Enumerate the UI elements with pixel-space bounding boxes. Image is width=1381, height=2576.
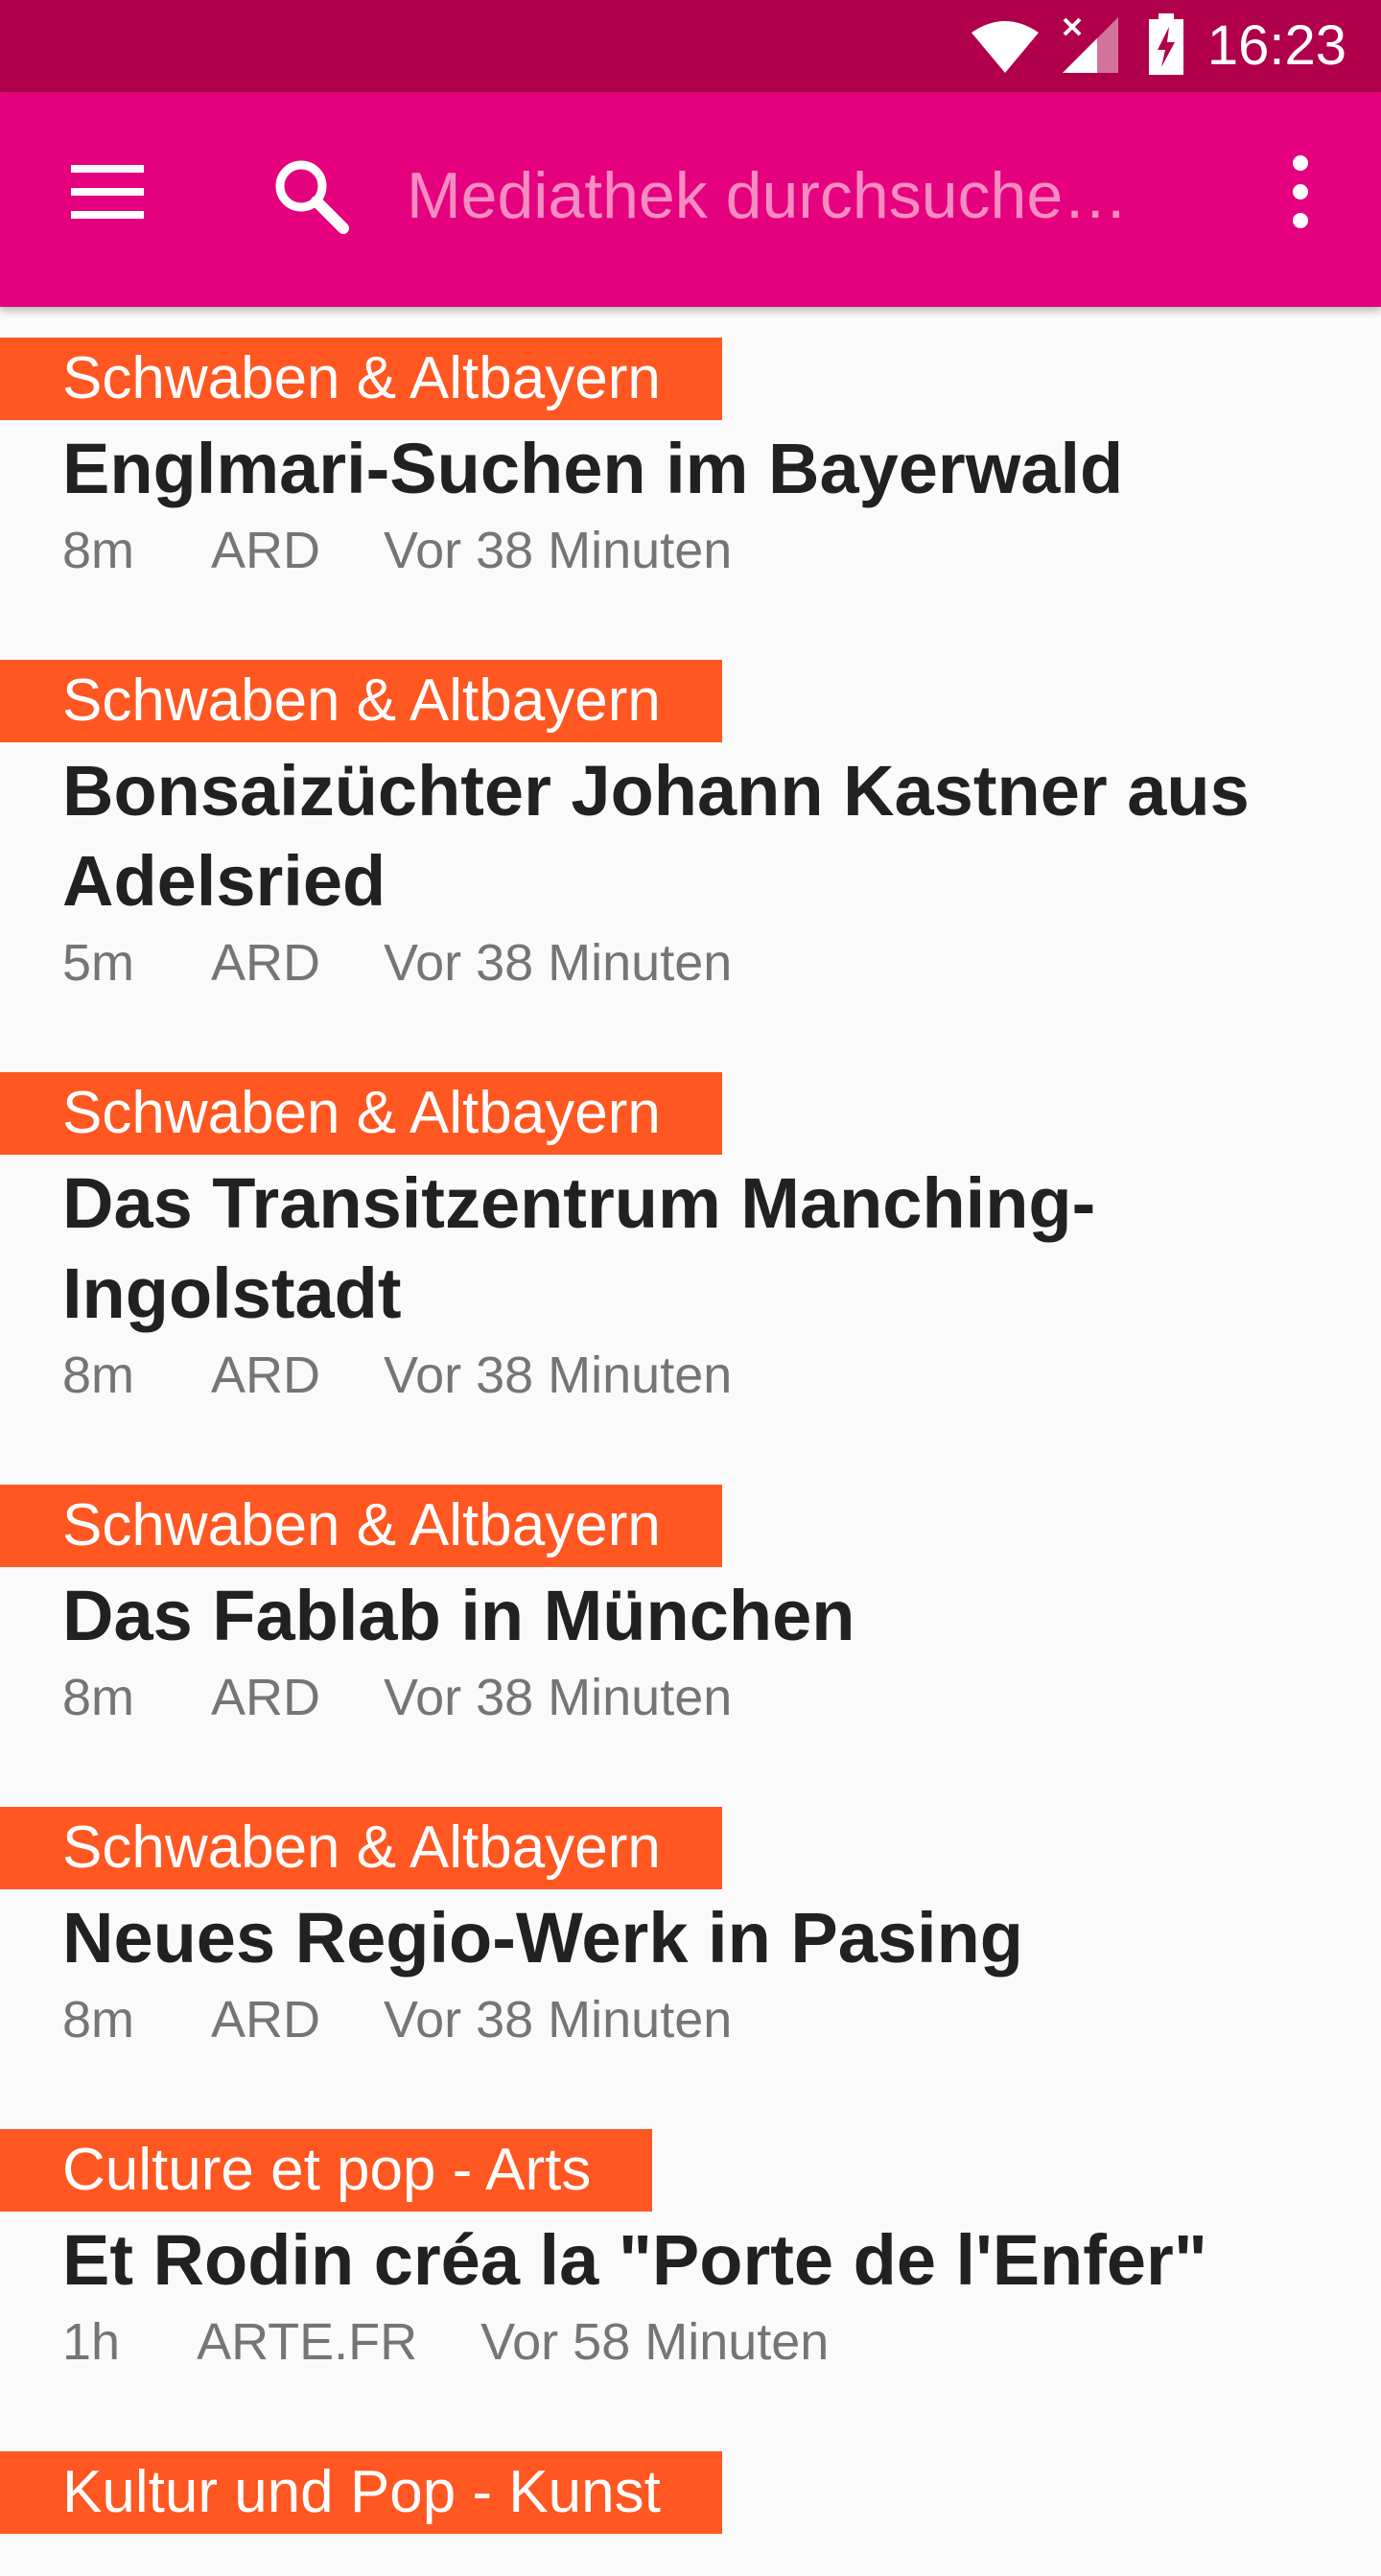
menu-button[interactable]	[56, 140, 159, 244]
feed-item[interactable]: Culture et pop - Arts Et Rodin créa la "…	[0, 2098, 1381, 2421]
item-channel: ARD	[211, 1347, 321, 1404]
item-title: Das Transitzentrum Manching-Ingolstadt	[62, 1163, 1096, 1333]
search-icon[interactable]	[269, 153, 353, 238]
category-tag: Schwaben & Altbayern	[0, 1072, 722, 1155]
search-input[interactable]	[407, 142, 1174, 249]
item-age: Vor 38 Minuten	[384, 1347, 733, 1404]
category-tag: Schwaben & Altbayern	[0, 1807, 722, 1889]
item-meta: 8m ARD Vor 38 Minuten	[62, 514, 1381, 587]
item-age: Vor 38 Minuten	[384, 1669, 733, 1726]
item-meta: 5m ARD Vor 38 Minuten	[62, 926, 1381, 999]
feed-item[interactable]: Schwaben & Altbayern Bonsaizüchter Johan…	[0, 629, 1381, 1042]
item-channel: ARD	[211, 522, 321, 579]
signal-icon	[1059, 15, 1120, 75]
item-duration: 8m	[62, 1347, 135, 1404]
category-tag: Schwaben & Altbayern	[0, 1485, 722, 1567]
feed-item[interactable]: Kultur und Pop - Kunst	[0, 2421, 1381, 2576]
item-channel: ARD	[211, 1991, 321, 2049]
feed-item[interactable]: Schwaben & Altbayern Das Transitzentrum …	[0, 1042, 1381, 1454]
wifi-icon	[971, 19, 1040, 75]
item-meta: 1h ARTE.FR Vor 58 Minuten	[62, 2306, 1381, 2378]
category-tag: Kultur und Pop - Kunst	[0, 2451, 722, 2534]
item-channel: ARTE.FR	[197, 2313, 418, 2371]
battery-charging-icon	[1147, 13, 1185, 75]
feed-item[interactable]: Schwaben & Altbayern Das Fablab in Münch…	[0, 1454, 1381, 1776]
more-vert-icon	[1293, 155, 1308, 228]
item-duration: 1h	[62, 2313, 121, 2371]
media-feed: Schwaben & Altbayern Englmari-Suchen im …	[0, 307, 1381, 2576]
hamburger-menu-icon	[71, 165, 144, 219]
category-tag: Culture et pop - Arts	[0, 2129, 653, 2212]
item-title: Bonsaizüchter Johann Kastner aus Adelsri…	[62, 751, 1250, 921]
item-title: Neues Regio-Werk in Pasing	[62, 1898, 1023, 1978]
item-duration: 8m	[62, 1669, 135, 1726]
feed-item[interactable]: Schwaben & Altbayern Englmari-Suchen im …	[0, 307, 1381, 629]
item-age: Vor 58 Minuten	[480, 2313, 830, 2371]
item-title: Et Rodin créa la "Porte de l'Enfer"	[62, 2220, 1207, 2300]
item-duration: 5m	[62, 934, 135, 992]
status-bar: 16:23	[0, 0, 1381, 92]
item-title: Das Fablab in München	[62, 1576, 855, 1655]
item-duration: 8m	[62, 522, 135, 579]
status-time: 16:23	[1206, 14, 1346, 77]
category-tag: Schwaben & Altbayern	[0, 338, 722, 420]
item-channel: ARD	[211, 934, 321, 992]
app-bar	[0, 92, 1381, 307]
item-age: Vor 38 Minuten	[384, 934, 733, 992]
overflow-menu-button[interactable]	[1254, 140, 1346, 244]
item-channel: ARD	[211, 1669, 321, 1726]
item-age: Vor 38 Minuten	[384, 522, 733, 579]
item-duration: 8m	[62, 1991, 135, 2049]
item-title: Englmari-Suchen im Bayerwald	[62, 429, 1124, 508]
item-meta: 8m ARD Vor 38 Minuten	[62, 1661, 1381, 1734]
item-age: Vor 38 Minuten	[384, 1991, 733, 2049]
feed-item[interactable]: Schwaben & Altbayern Neues Regio-Werk in…	[0, 1776, 1381, 2098]
category-tag: Schwaben & Altbayern	[0, 660, 722, 742]
item-meta: 8m ARD Vor 38 Minuten	[62, 1339, 1381, 1412]
item-meta: 8m ARD Vor 38 Minuten	[62, 1983, 1381, 2056]
